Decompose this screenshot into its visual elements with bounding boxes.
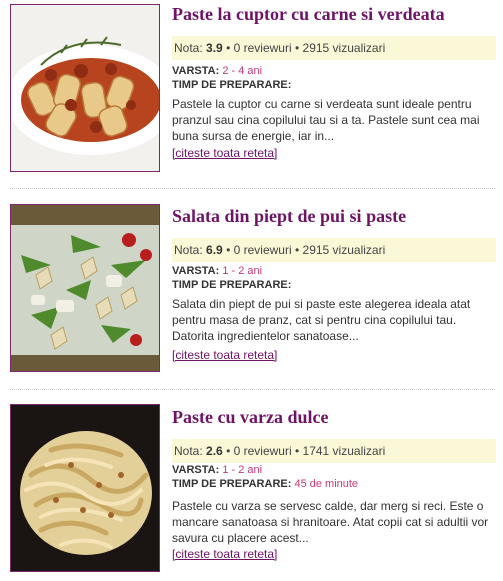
rating-label: Nota: (174, 444, 203, 458)
recipe-description: Pastele cu varza se servesc calde, dar m… (172, 499, 489, 545)
views-count: 2915 vizualizari (302, 243, 386, 257)
prep-row: TIMP DE PREPARARE: (172, 79, 291, 91)
recipe-description: Salata din piept de pui si paste este al… (172, 297, 471, 343)
age-value: 1 - 2 ani (222, 464, 263, 476)
age-label: VARSTA: (172, 65, 220, 77)
recipe-title[interactable]: Paste la cuptor cu carne si verdeata (172, 4, 445, 25)
recipe-title[interactable]: Paste cu varza dulce (172, 407, 328, 428)
recipe-card: Salata din piept de pui si paste Nota: 6… (0, 202, 503, 387)
age-label: VARSTA: (172, 265, 220, 277)
recipe-card: Paste la cuptor cu carne si verdeata Not… (0, 0, 503, 185)
prep-value: 45 de minute (294, 478, 359, 490)
cabbage-pasta-photo (11, 405, 159, 571)
read-more-link[interactable]: [citeste toata reteta] (172, 547, 277, 561)
recipe-card: Paste cu varza dulce Nota: 2.6 • 0 revie… (0, 403, 503, 581)
prep-label: TIMP DE PREPARARE: (172, 79, 292, 91)
recipe-image[interactable] (10, 4, 160, 172)
rating-bar: Nota: 2.6 • 0 reviewuri • 1741 vizualiza… (172, 439, 496, 463)
age-row: VARSTA: 1 - 2 ani (172, 265, 262, 277)
age-row: VARSTA: 2 - 4 ani (172, 65, 262, 77)
age-label: VARSTA: (172, 464, 220, 476)
rating-value: 2.6 (206, 444, 223, 458)
read-more-link[interactable]: [citeste toata reteta] (172, 146, 277, 160)
reviews-count: 0 reviewuri (233, 41, 292, 55)
prep-row: TIMP DE PREPARARE: 45 de minute (172, 478, 358, 490)
views-count: 2915 vizualizari (302, 41, 386, 55)
recipe-image[interactable] (10, 204, 160, 372)
divider (10, 188, 495, 189)
recipe-description: Pastele la cuptor cu carne si verdeata s… (172, 97, 480, 143)
age-row: VARSTA: 1 - 2 ani (172, 464, 262, 476)
reviews-count: 0 reviewuri (233, 444, 292, 458)
rating-label: Nota: (174, 41, 203, 55)
recipe-image[interactable] (10, 404, 160, 572)
pasta-bake-photo (11, 5, 159, 171)
prep-label: TIMP DE PREPARARE: (172, 478, 292, 490)
prep-row: TIMP DE PREPARARE: (172, 279, 291, 291)
rating-bar: Nota: 3.9 • 0 reviewuri • 2915 vizualiza… (172, 36, 496, 60)
views-count: 1741 vizualizari (302, 444, 386, 458)
prep-label: TIMP DE PREPARARE: (172, 279, 292, 291)
chicken-pasta-salad-photo (11, 205, 159, 371)
divider (10, 389, 495, 390)
reviews-count: 0 reviewuri (233, 243, 292, 257)
read-more-link[interactable]: [citeste toata reteta] (172, 348, 277, 362)
age-value: 2 - 4 ani (222, 65, 263, 77)
age-value: 1 - 2 ani (222, 265, 263, 277)
rating-value: 6.9 (206, 243, 223, 257)
rating-label: Nota: (174, 243, 203, 257)
rating-bar: Nota: 6.9 • 0 reviewuri • 2915 vizualiza… (172, 238, 496, 262)
recipe-title[interactable]: Salata din piept de pui si paste (172, 206, 406, 227)
rating-value: 3.9 (206, 41, 223, 55)
